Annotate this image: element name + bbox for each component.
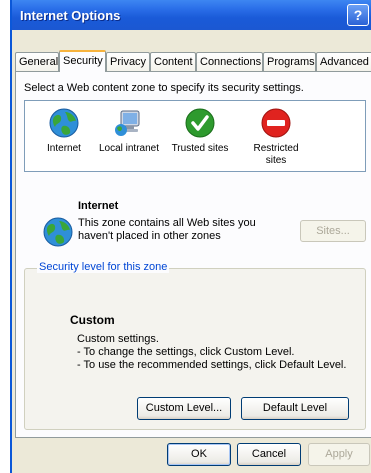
globe-icon — [43, 217, 73, 247]
tab-advanced[interactable]: Advanced — [316, 52, 371, 72]
ok-button[interactable]: OK — [167, 443, 231, 466]
security-level-name: Custom — [70, 313, 115, 327]
custom-level-button[interactable]: Custom Level... — [137, 397, 231, 420]
tab-security[interactable]: Security — [59, 50, 106, 72]
security-tab-panel: Select a Web content zone to specify its… — [15, 71, 371, 438]
sites-button[interactable]: Sites... — [300, 220, 366, 242]
tab-strip: General Security Privacy Content Connect… — [15, 50, 371, 72]
zone-restricted-sites[interactable]: Restricted sites — [245, 107, 307, 167]
tab-privacy[interactable]: Privacy — [106, 52, 150, 72]
zone-label-restricted-sites: Restricted sites — [253, 143, 299, 166]
zone-local-intranet[interactable]: Local intranet — [93, 107, 165, 155]
internet-options-window: Internet Options ? General Security Priv… — [10, 0, 371, 473]
tab-connections[interactable]: Connections — [196, 52, 263, 72]
security-level-line: - To change the settings, click Custom L… — [77, 346, 295, 358]
security-level-legend: Security level for this zone — [37, 261, 170, 273]
help-button[interactable]: ? — [347, 4, 369, 26]
globe-icon — [49, 108, 79, 138]
zone-description: This zone contains all Web sites you hav… — [78, 217, 268, 243]
security-level-description: Custom settings. - To change the setting… — [77, 333, 346, 372]
zone-description-line: This zone contains all Web sites you — [78, 217, 256, 229]
zone-internet[interactable]: Internet — [39, 107, 89, 155]
window-title: Internet Options — [20, 8, 121, 23]
check-icon — [185, 108, 215, 138]
tab-programs[interactable]: Programs — [263, 52, 316, 72]
security-level-line: - To use the recommended settings, click… — [77, 359, 347, 371]
title-bar[interactable]: Internet Options ? — [12, 0, 371, 30]
zone-label-internet: Internet — [47, 143, 81, 154]
computer-globe-icon — [115, 110, 140, 136]
default-level-button[interactable]: Default Level — [241, 397, 349, 420]
security-level-line: Custom settings. — [77, 333, 159, 345]
zone-trusted-sites[interactable]: Trusted sites — [165, 107, 235, 155]
no-entry-icon — [261, 108, 291, 138]
tab-general[interactable]: General — [15, 52, 59, 72]
apply-button[interactable]: Apply — [308, 443, 370, 466]
zone-info-title: Internet — [78, 200, 119, 212]
security-level-group: Security level for this zone Custom Cust… — [24, 261, 366, 430]
tab-content[interactable]: Content — [150, 52, 196, 72]
zone-instruction: Select a Web content zone to specify its… — [24, 82, 304, 94]
zone-list: Internet Local intranet Trusted sites Re… — [24, 100, 366, 172]
zone-description-line: haven't placed in other zones — [78, 230, 221, 242]
zone-label-trusted-sites: Trusted sites — [171, 143, 229, 154]
cancel-button[interactable]: Cancel — [237, 443, 301, 466]
zone-label-local-intranet: Local intranet — [98, 143, 160, 154]
